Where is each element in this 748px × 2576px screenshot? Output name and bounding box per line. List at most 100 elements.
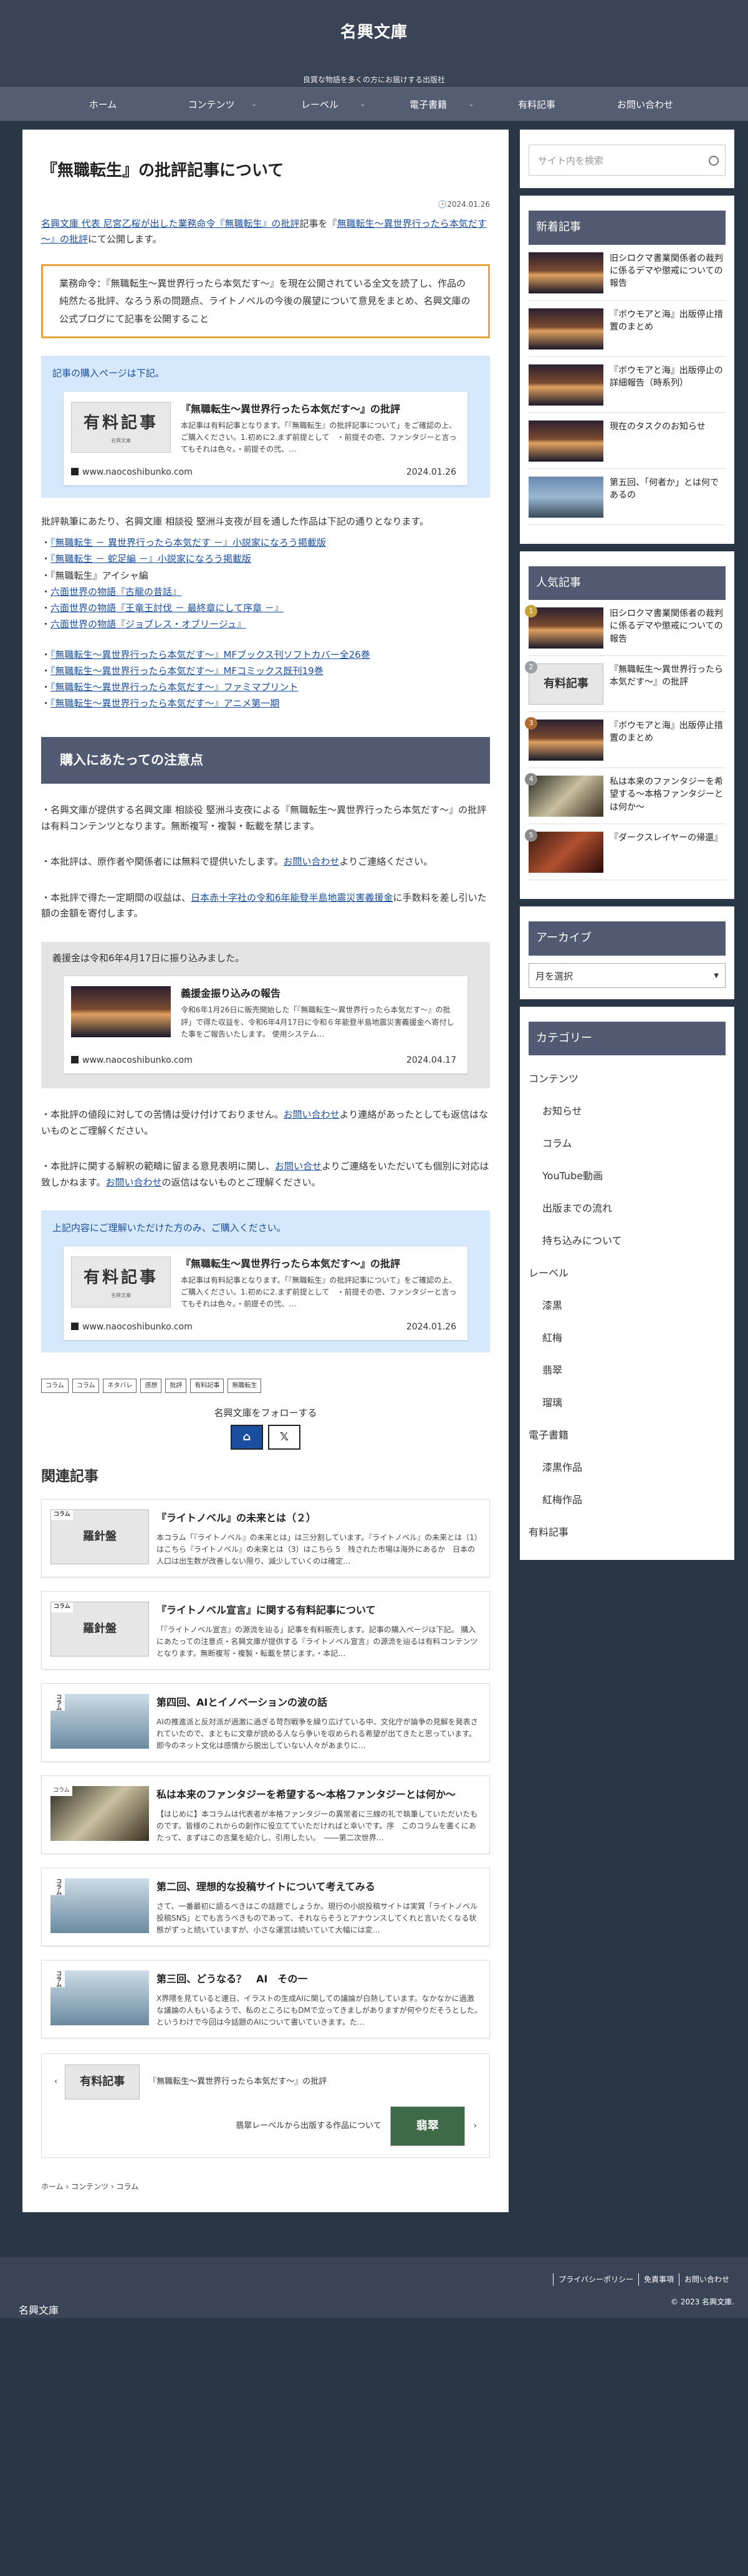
chevron-right-icon: › [108, 2182, 117, 2192]
contact-link[interactable]: お問い合わせ [284, 1109, 340, 1120]
related-card[interactable]: 羅針盤 コラム 『ライトノベル』の未来とは（２） 本コラム「『ライトノベル』の未来とは… [41, 1499, 490, 1578]
main-nav: ホーム コンテンツ ⌄ レーベル ⌄ 電子書籍 ⌄ 有料記事 お問い合わせ [0, 87, 748, 121]
category-item[interactable]: 翡翠 [529, 1354, 726, 1387]
related-card[interactable]: コラム 第二回、理想的な投稿サイトについて考えてみる さて、一番最初に語るべきはこの… [41, 1868, 490, 1947]
donation-link[interactable]: 日本赤十字社の令和6年能登半島地震災害義援金 [191, 892, 393, 903]
new-post-item[interactable]: 第五回、「何者か」とは何であるの [529, 476, 726, 525]
new-post-item[interactable]: 『ボウモアと海』出版停止の詳細報告（時系列） [529, 364, 726, 413]
related-excerpt: さて、一番最初に語るべきはこの話題でしょうか。現行の小説投稿サイトは実質「ライト… [156, 1901, 478, 1934]
nav-item[interactable]: コンテンツ ⌄ [157, 88, 266, 121]
work-list-item: 『無職転生 － 蛇足編 －』小説家になろう掲載版 [41, 551, 490, 567]
related-title: 『ライトノベル』の未来とは（２） [156, 1512, 317, 1524]
work-link[interactable]: 六面世界の物語『王竜王討伐 － 最終章にして序章 －』 [50, 602, 284, 614]
work-link[interactable]: 六面世界の物語『ジョブレス・オブリージュ』 [50, 619, 246, 630]
tag-link[interactable]: コラム [41, 1378, 69, 1393]
category-item[interactable]: 持ち込みについて [529, 1225, 726, 1257]
site-title[interactable]: 名興文庫 [0, 19, 748, 46]
archive-select[interactable]: 月を選択 ▼ [529, 962, 726, 988]
search-input[interactable]: サイト内を検索 [529, 145, 726, 176]
nav-item[interactable]: お問い合わせ [591, 88, 699, 121]
chevron-down-icon: ⌄ [468, 101, 474, 108]
x-follow-button[interactable]: 𝕏 [268, 1425, 300, 1450]
category-item[interactable]: コンテンツ [529, 1063, 726, 1095]
tag-link[interactable]: 感想 [140, 1378, 162, 1393]
work-link[interactable]: 『無職転生～異世界行ったら本気だす～』MFブックス刊ソフトカバー全26巻 [50, 649, 370, 660]
category-item[interactable]: 有料記事 [529, 1516, 726, 1549]
category-item[interactable]: 電子書籍 [529, 1419, 726, 1452]
purchase-link-card[interactable]: 有料記事 名興文庫 『無職転生～異世界行ったら本気だす～』の批評 本記事は有料記事… [64, 391, 467, 485]
popular-post-item[interactable]: 4 私は本来のファンタジーを希望する～本格ファンタジーとは何か～ [525, 773, 726, 825]
favicon-icon [71, 467, 79, 475]
category-item[interactable]: 紅梅作品 [529, 1484, 726, 1516]
footer-site-name[interactable]: 名興文庫 [19, 2302, 59, 2319]
category-item[interactable]: レーベル [529, 1257, 726, 1290]
home-follow-button[interactable]: ⌂ [231, 1425, 263, 1450]
category-item[interactable]: 紅梅 [529, 1322, 726, 1354]
category-item[interactable]: 瑠璃 [529, 1387, 726, 1419]
work-list-item: 六面世界の物語『王竜王討伐 － 最終章にして序章 －』 [41, 600, 490, 616]
contact-link[interactable]: お問い合わせ [284, 856, 340, 867]
contact-link[interactable]: お問い合せ [275, 1161, 322, 1172]
tag-link[interactable]: コラム [72, 1378, 100, 1393]
nav-item[interactable]: 有料記事 [482, 88, 591, 121]
work-link[interactable]: 『無職転生 － 蛇足編 －』小説家になろう掲載版 [50, 553, 251, 564]
chevron-down-icon: ⌄ [251, 101, 257, 108]
card-date: 2024.01.26 [406, 1321, 456, 1332]
works-list-a: 『無職転生 － 異世界行ったら本気だす －』小説家になろう掲載版『無職転生 － … [41, 535, 490, 633]
related-card[interactable]: 羅針盤 コラム 『ライトノベル宣言』に関する有料記事について 「『ライトノベル宣言』の… [41, 1591, 490, 1670]
category-item[interactable]: 漆黒 [529, 1290, 726, 1322]
popular-post-item[interactable]: 3 『ボウモアと海』出版停止措置のまとめ [525, 717, 726, 769]
nav-item[interactable]: レーベル ⌄ [266, 88, 374, 121]
work-link[interactable]: 『無職転生～異世界行ったら本気だす～』ファミマプリント [50, 682, 299, 693]
card-domain: www.naocoshibunko.com [71, 1320, 193, 1335]
intro-link-order[interactable]: 名興文庫 代表 尼宮乙桜が出した業務命令『無職転生』の批評 [41, 218, 300, 229]
popular-post-item[interactable]: 5 『ダークスレイヤーの帰還』 [525, 829, 726, 881]
category-item[interactable]: コラム [529, 1128, 726, 1160]
new-post-item[interactable]: 『ボウモアと海』出版停止措置のまとめ [529, 308, 726, 357]
site-footer: プライバシーポリシー 免責事項 お問い合わせ © 2023 名興文庫. 名興文庫 [0, 2256, 748, 2319]
new-post-item[interactable]: 旧シロクマ書業関係者の裁判に係るデマや懲戒についての報告 [529, 252, 726, 301]
breadcrumb-item[interactable]: コンテンツ [71, 2182, 108, 2191]
donation-box: 義援金は令和6年4月17日に振り込みました。 義援金振り込みの報告 令和6年1月… [41, 941, 490, 1089]
post-date: 🕒2024.01.26 [438, 200, 490, 209]
related-card[interactable]: コラム 第四回、AIとイノベーションの波の話 AIの推進派と反対派が過激に過ぎる苛烈… [41, 1683, 490, 1762]
donation-report-card[interactable]: 義援金振り込みの報告 令和6年1月26日に販売開始した「『無職転生～異世界行った… [64, 976, 467, 1074]
post-title: 第五回、「何者か」とは何であるの [610, 477, 719, 500]
related-card[interactable]: コラム 私は本来のファンタジーを希望する～本格ファンタジーとは何か～ 【はじめに】本… [41, 1775, 490, 1855]
purchase-link-card[interactable]: 有料記事 名興文庫 『無職転生～異世界行ったら本気だす～』の批評 本記事は有料記事… [64, 1246, 467, 1340]
nav-item[interactable]: 電子書籍 ⌄ [374, 88, 482, 121]
note-copyright: ・名興文庫が提供する名興文庫 相談役 堅洲斗支夜による『無職転生～異世界行ったら… [41, 804, 487, 832]
category-item[interactable]: お知らせ [529, 1095, 726, 1128]
next-post-link[interactable]: 翡翠レーベルから出版する作品について 翡翠 › [54, 2103, 477, 2150]
footer-link[interactable]: プライバシーポリシー [553, 2273, 638, 2286]
post-thumbnail [529, 308, 603, 349]
tag-link[interactable]: 無職転生 [228, 1378, 262, 1393]
popular-post-item[interactable]: 有料記事 2 『無職転生～異世界行ったら本気だす～』の批評 [525, 661, 726, 713]
tag-link[interactable]: ネタバレ [103, 1378, 137, 1393]
footer-link[interactable]: 免責事項 [638, 2273, 679, 2286]
work-link[interactable]: 『無職転生～異世界行ったら本気だす～』MFコミックス既刊19巻 [50, 665, 324, 677]
work-link[interactable]: 六面世界の物語『古龍の昔話』 [50, 586, 181, 597]
prev-post-link[interactable]: ‹ 有料記事 『無職転生～異世界行ったら本気だす～』の批評 [54, 2061, 477, 2103]
post-title: 旧シロクマ書業関係者の裁判に係るデマや懲戒についての報告 [610, 253, 723, 289]
work-link[interactable]: 『無職転生～異世界行ったら本気だす～』アニメ第一期 [50, 698, 279, 709]
home-icon: ⌂ [242, 1430, 251, 1443]
breadcrumb-item[interactable]: ホーム [41, 2182, 64, 2191]
post-thumbnail [529, 420, 603, 462]
category-item[interactable]: 出版までの流れ [529, 1192, 726, 1225]
search-icon[interactable] [709, 156, 719, 166]
footer-link[interactable]: お問い合わせ [678, 2273, 734, 2286]
category-item[interactable]: 漆黒作品 [529, 1452, 726, 1484]
work-list-item: 『無職転生』アイシャ編 [41, 568, 490, 584]
work-link[interactable]: 『無職転生 － 異世界行ったら本気だす －』小説家になろう掲載版 [50, 537, 326, 548]
nav-item[interactable]: ホーム [49, 88, 157, 121]
contact-link[interactable]: お問い合わせ [106, 1177, 162, 1188]
breadcrumb-item[interactable]: コラム [117, 2182, 139, 2191]
popular-post-item[interactable]: 1 旧シロクマ書業関係者の裁判に係るデマや懲戒についての報告 [525, 605, 726, 657]
category-item[interactable]: YouTube動画 [529, 1160, 726, 1192]
tag-link[interactable]: 批評 [165, 1378, 187, 1393]
tag-link[interactable]: 有料記事 [190, 1378, 224, 1393]
post-title: 『ボウモアと海』出版停止の詳細報告（時系列） [610, 365, 723, 388]
new-post-item[interactable]: 現在のタスクのお知らせ [529, 420, 726, 469]
related-card[interactable]: コラム 第三回、どうなる？ AI その一 X界隈を見ていると連日、イラストの生成AI… [41, 1960, 490, 2039]
